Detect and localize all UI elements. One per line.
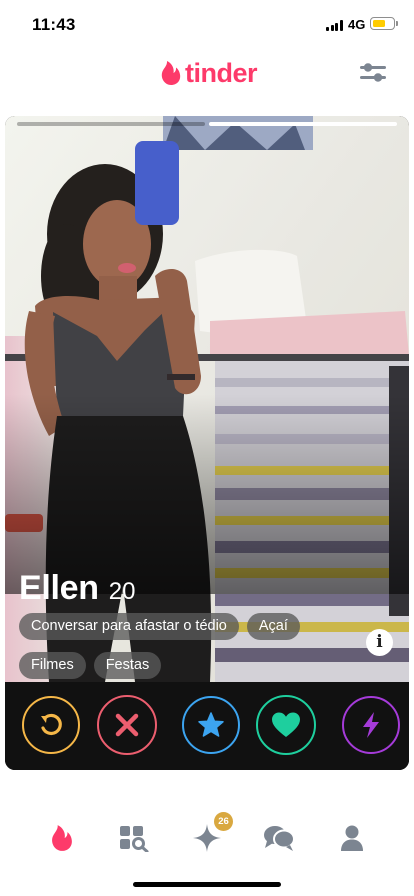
interests-row-2: Filmes Festas [19,652,162,679]
close-icon [115,713,139,737]
nav-messages[interactable] [263,822,295,854]
super-like-button[interactable] [182,696,240,754]
boost-button[interactable] [342,696,400,754]
status-time: 11:43 [32,15,76,34]
flame-logo-icon [161,61,181,85]
info-button[interactable]: i [366,629,393,656]
profile-card[interactable]: Ellen 20 Conversar para afastar o tédio … [5,116,409,770]
action-bar [5,682,409,770]
bottom-gradient [5,394,409,594]
interests-row-1: Conversar para afastar o tédio Açaí [19,613,300,640]
person-icon [341,825,363,851]
battery-tip [396,21,398,26]
interest-tag: Festas [93,652,162,679]
progress-segment-active [209,122,397,126]
nav-home[interactable] [46,822,78,854]
app-header: tinder [0,48,414,100]
bottom-nav: 26 [0,808,414,868]
sliders-icon [360,63,386,82]
interest-tag: Filmes [19,652,86,679]
explore-icon [120,826,149,852]
battery-icon [370,17,395,30]
nope-button[interactable] [97,695,157,755]
filter-button[interactable] [358,60,388,86]
interest-tag: Conversar para afastar o tédio [19,613,239,640]
network-type: 4G [348,17,366,32]
chat-icon [264,826,295,851]
heart-icon [272,712,300,737]
rewind-icon [41,713,62,736]
interest-tag: Açaí [246,613,300,640]
nav-explore[interactable] [118,822,150,854]
photo-progress [17,122,397,126]
home-indicator [133,882,281,887]
profile-name: Ellen [19,569,99,607]
screen: 11:43 4G tinder Ellen 20 Conversar para … [0,0,414,896]
star-icon [198,712,224,737]
likes-badge: 26 [214,812,233,831]
profile-age: 20 [108,578,136,605]
like-button[interactable] [256,695,316,755]
rewind-button[interactable] [22,696,80,754]
tinder-logo: tinder [160,57,258,89]
progress-segment [17,122,205,126]
status-bar: 11:43 4G [0,0,414,48]
flame-icon [52,825,72,851]
profile-name-row: Ellen 20 [19,569,135,608]
signal-icon [326,20,343,31]
nav-profile[interactable] [336,822,368,854]
logo-text: tinder [185,57,258,88]
lightning-icon [363,712,379,738]
